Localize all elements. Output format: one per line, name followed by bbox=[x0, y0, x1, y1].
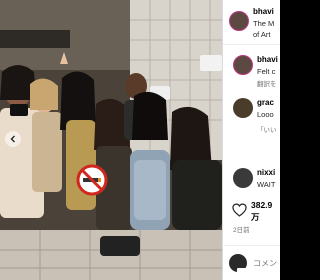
emoji-icon[interactable] bbox=[229, 254, 253, 274]
reply-quote: 「いい bbox=[257, 127, 277, 134]
caption-line-2: of Art bbox=[253, 30, 271, 39]
comment-username[interactable]: nixxi bbox=[257, 168, 275, 177]
comment-bar bbox=[222, 245, 280, 280]
previous-slide-button[interactable] bbox=[5, 131, 21, 147]
author-username[interactable]: bhavi bbox=[253, 7, 274, 16]
translate-link[interactable]: 翻訳を bbox=[257, 78, 277, 88]
no-smoking-sign bbox=[76, 164, 108, 196]
comment-avatar[interactable] bbox=[233, 55, 253, 75]
comment-text: Felt c bbox=[257, 67, 276, 76]
comment-username[interactable]: grac bbox=[257, 98, 274, 107]
comment-input[interactable] bbox=[253, 254, 280, 272]
comment-text: Looo bbox=[257, 110, 274, 119]
likes-count[interactable]: 382.9 bbox=[251, 200, 272, 210]
emoji-icon-inner bbox=[237, 268, 253, 274]
post-sidebar: bhavi The M of Art bhavi Felt c 翻訳を grac… bbox=[222, 0, 280, 280]
comment-avatar[interactable] bbox=[233, 98, 253, 118]
chevron-left-icon bbox=[10, 135, 15, 143]
comment-text: WAIT bbox=[257, 180, 276, 189]
post-photo bbox=[0, 0, 222, 280]
post-date[interactable]: 2日前 bbox=[233, 224, 250, 234]
author-avatar[interactable] bbox=[229, 11, 249, 31]
post-header: bhavi The M of Art bbox=[223, 0, 280, 45]
comment-username[interactable]: bhavi bbox=[257, 55, 278, 64]
comment-avatar[interactable] bbox=[233, 168, 253, 188]
heart-icon[interactable] bbox=[232, 203, 247, 217]
caption-line-1: The M bbox=[253, 19, 275, 28]
likes-unit: 万 bbox=[251, 212, 260, 222]
instagram-post-viewer: bhavi The M of Art bhavi Felt c 翻訳を grac… bbox=[0, 0, 280, 280]
